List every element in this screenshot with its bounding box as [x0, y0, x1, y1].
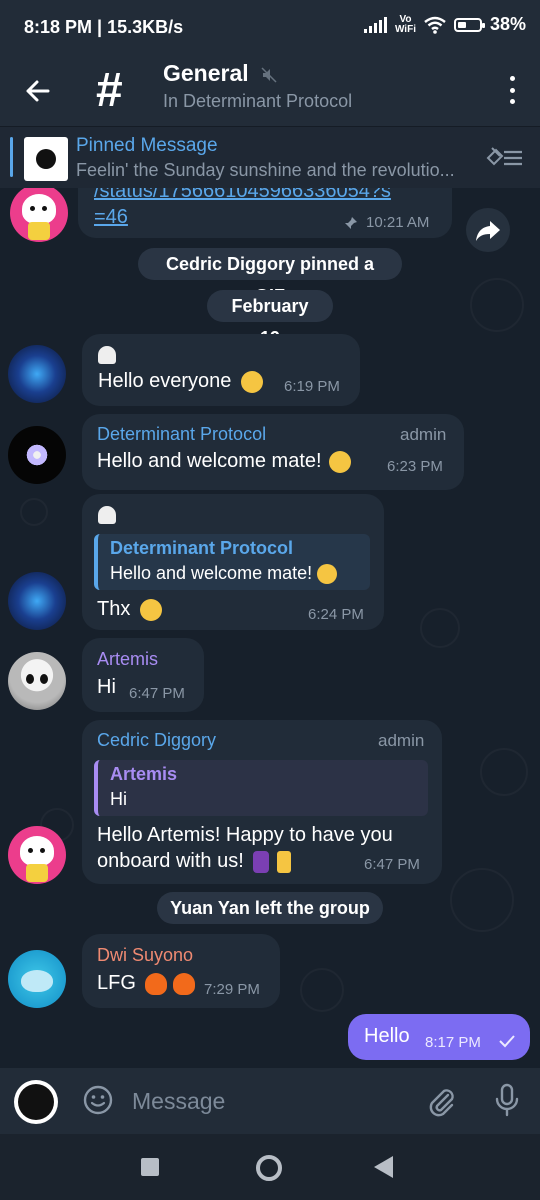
send-as-avatar[interactable] — [14, 1080, 58, 1124]
service-message: Cedric Diggory pinned a GIF — [138, 248, 402, 306]
admin-badge: admin — [400, 425, 447, 444]
pinned-text: Feelin' the Sunday sunshine and the revo… — [76, 160, 455, 180]
ghost-emoji-icon — [98, 346, 116, 364]
message-bubble[interactable]: Dwi Suyono LFG 7:29 PM — [82, 934, 280, 1008]
avatar-user[interactable] — [8, 572, 66, 630]
status-icons: Vo WiFi 38% — [363, 13, 526, 35]
reply-sender: Determinant Protocol — [110, 538, 294, 558]
wifi-icon — [424, 16, 446, 34]
pinned-indicator — [10, 137, 13, 177]
sender-name[interactable]: Cedric Diggory — [97, 730, 216, 751]
message-text: Hello everyone — [98, 370, 263, 393]
chat-subtitle[interactable]: In Determinant Protocol — [163, 91, 352, 112]
message-time: 6:47 PM — [364, 856, 420, 873]
status-time: 8:18 PM | 15.3KB/s — [24, 17, 184, 37]
message-time: 10:21 AM — [366, 214, 430, 231]
message-text: Hello Artemis! Happy to have you — [97, 824, 393, 846]
vowifi-icon: Vo WiFi — [394, 13, 416, 35]
status-bar: 8:18 PM | 15.3KB/s Vo WiFi 38% — [0, 0, 540, 56]
sender-name[interactable]: Dwi Suyono — [97, 945, 193, 966]
admin-badge: admin — [378, 731, 425, 750]
message-bubble[interactable]: Hello everyone 6:19 PM — [82, 334, 360, 406]
outgoing-message-bubble[interactable]: Hello 8:17 PM — [348, 1014, 530, 1060]
reply-text: Hi — [110, 789, 127, 809]
chat-header: # General In Determinant Protocol — [0, 56, 540, 126]
party-emoji-icon — [317, 564, 338, 585]
message-text: Hello and welcome mate! — [97, 450, 352, 473]
message-input-bar — [0, 1068, 540, 1134]
more-menu-button[interactable] — [504, 72, 520, 108]
system-back-button[interactable] — [374, 1156, 393, 1178]
fire-emoji-icon — [145, 972, 168, 995]
message-text: onboard with us! — [97, 850, 291, 873]
message-text: LFG — [97, 972, 196, 995]
logo-icon — [36, 149, 56, 169]
message-text: Hello — [364, 1025, 410, 1047]
message-link[interactable]: /status/1756661045966336054?s — [94, 188, 391, 203]
battery-percent: 38% — [489, 14, 526, 34]
microphone-icon[interactable] — [492, 1082, 522, 1118]
avatar-artemis[interactable] — [8, 652, 66, 710]
message-input[interactable] — [130, 1082, 414, 1120]
dancer-emoji-icon — [253, 850, 270, 873]
attach-icon[interactable] — [424, 1084, 458, 1118]
lightning-emoji-icon — [276, 850, 291, 873]
fire-emoji-icon — [173, 972, 196, 995]
message-bubble[interactable]: Determinant Protocol Hello and welcome m… — [82, 494, 384, 630]
emoji-button[interactable] — [82, 1084, 114, 1116]
hugging-emoji-icon — [240, 370, 263, 393]
reply-quote[interactable]: Artemis Hi — [94, 760, 428, 816]
service-message: Yuan Yan left the group — [157, 892, 383, 924]
message-time: 6:19 PM — [284, 378, 340, 395]
avatar-cedric[interactable] — [8, 826, 66, 884]
message-bubble[interactable]: Artemis Hi 6:47 PM — [82, 638, 204, 712]
message-text: Thx — [97, 598, 162, 621]
signal-icon — [363, 16, 387, 33]
chat-title-text[interactable]: General — [163, 60, 249, 86]
check-icon — [499, 1035, 515, 1048]
ghost-emoji-icon — [98, 506, 116, 524]
recents-button[interactable] — [141, 1158, 159, 1176]
battery-icon — [453, 17, 485, 32]
date-separator: February 19 — [207, 290, 333, 348]
message-bubble[interactable]: /status/1756661045966336054?s =46 10:21 … — [78, 188, 452, 238]
sender-name[interactable]: Determinant Protocol — [97, 424, 266, 445]
pinned-list-icon[interactable] — [486, 144, 524, 172]
back-arrow-icon — [26, 80, 50, 102]
message-list[interactable]: /status/1756661045966336054?s =46 10:21 … — [0, 188, 540, 1068]
reply-sender: Artemis — [110, 764, 178, 784]
message-bubble[interactable]: Cedric Diggory admin Artemis Hi Hello Ar… — [82, 720, 442, 884]
avatar-dwi[interactable] — [8, 950, 66, 1008]
sender-name[interactable]: Artemis — [97, 649, 158, 670]
system-navigation-bar — [0, 1134, 540, 1200]
share-arrow-icon — [476, 221, 500, 241]
pinned-message-bar[interactable]: Pinned Message Feelin' the Sunday sunshi… — [0, 126, 540, 189]
forward-button[interactable] — [466, 208, 510, 252]
chat-title[interactable]: General — [163, 60, 277, 87]
reply-text: Hello and welcome mate! — [110, 563, 338, 585]
reply-quote[interactable]: Determinant Protocol Hello and welcome m… — [94, 534, 370, 590]
message-time: 6:47 PM — [129, 685, 185, 702]
muted-icon — [261, 67, 277, 83]
party-emoji-icon — [329, 450, 352, 473]
pin-icon — [345, 217, 357, 229]
avatar-determinant[interactable] — [8, 426, 66, 484]
message-bubble[interactable]: Determinant Protocol admin Hello and wel… — [82, 414, 464, 490]
home-button[interactable] — [256, 1155, 282, 1181]
back-button[interactable] — [18, 70, 60, 112]
message-time: 6:24 PM — [308, 606, 364, 623]
avatar-cedric[interactable] — [10, 188, 68, 242]
pinned-thumbnail — [24, 137, 68, 181]
smile-emoji-icon — [139, 598, 162, 621]
message-link[interactable]: =46 — [94, 206, 128, 229]
channel-icon[interactable]: # — [96, 64, 123, 118]
message-time: 8:17 PM — [425, 1034, 481, 1051]
message-time: 6:23 PM — [387, 458, 443, 475]
message-time: 7:29 PM — [204, 981, 260, 998]
avatar-user[interactable] — [8, 345, 66, 403]
message-text: Hi — [97, 676, 116, 698]
pinned-label: Pinned Message — [76, 135, 218, 156]
